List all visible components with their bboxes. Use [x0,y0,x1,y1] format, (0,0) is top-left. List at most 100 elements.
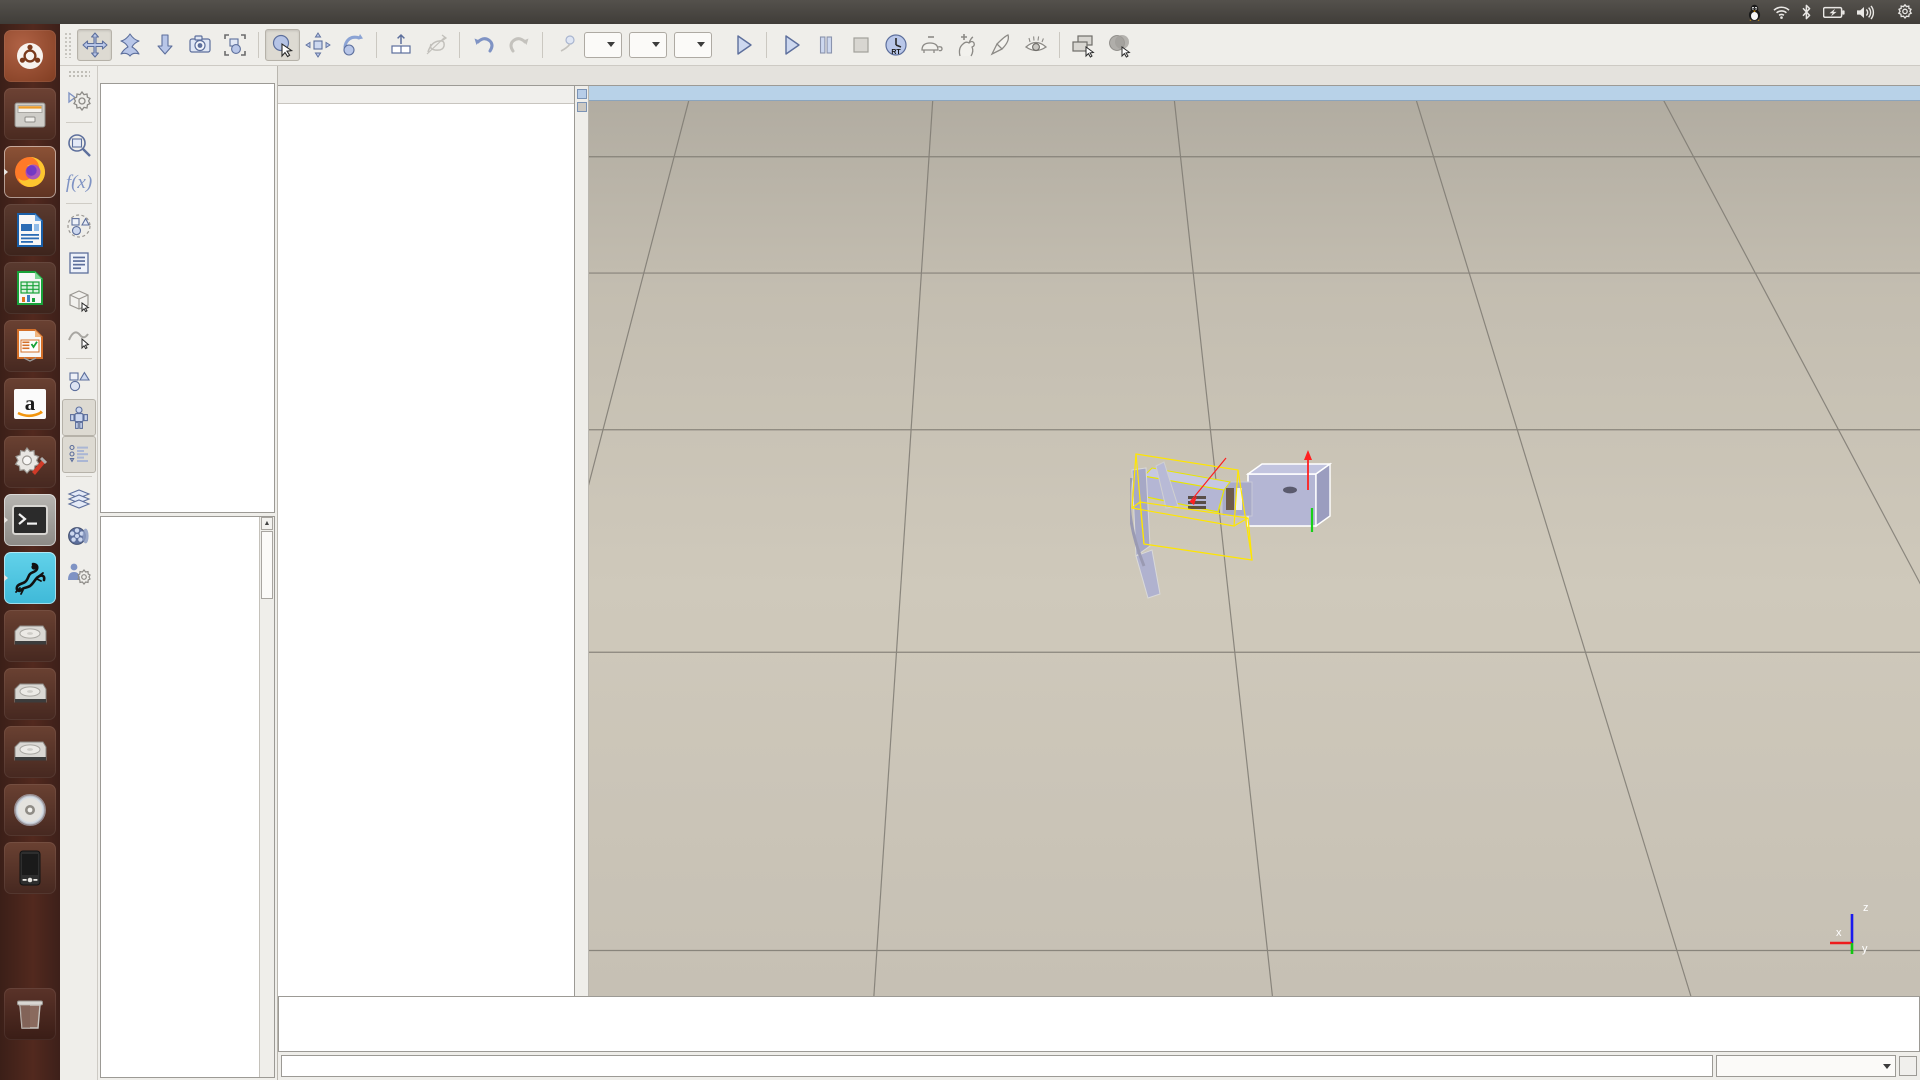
slow-down-icon[interactable] [913,29,948,61]
wifi-icon[interactable] [1773,3,1790,21]
scene-object-properties-icon[interactable] [62,126,96,163]
files-icon[interactable] [4,88,56,140]
model-browser-icon[interactable] [61,399,96,436]
shapes-icon[interactable] [62,362,96,399]
user-settings-icon[interactable] [62,554,96,591]
svg-text:z: z [1863,902,1869,914]
page-selector-icon[interactable] [1066,29,1101,61]
video-recorder-icon[interactable] [62,517,96,554]
lua-code-input[interactable] [281,1055,1713,1077]
dynamics-icon[interactable] [549,29,584,61]
layers-icon[interactable] [62,480,96,517]
simulation-settings-icon[interactable] [62,82,96,119]
object-translate-icon[interactable] [147,29,182,61]
realtime-clock-icon[interactable]: RT [878,29,913,61]
main-toolbar: RT [60,24,1920,66]
hexapod-robot-model[interactable] [1130,446,1450,666]
drive-icon-1[interactable] [4,610,56,662]
model-browser-tree[interactable] [100,83,275,513]
collection-icon[interactable] [62,207,96,244]
toolbar-grip[interactable] [64,31,73,58]
wireframe-icon[interactable] [418,29,453,61]
view-square-icon[interactable] [576,102,587,112]
svg-text:a: a [25,391,36,415]
object-select-icon[interactable] [217,29,252,61]
start-simulation-button[interactable] [725,29,760,61]
object-rotate-icon[interactable] [112,29,147,61]
model-thumbnail-list[interactable]: ▲ [100,516,275,1078]
system-settings-icon[interactable] [4,436,56,488]
gear-icon[interactable] [1897,3,1913,21]
toolbar-separator [542,31,543,58]
3d-viewport[interactable]: z x y [575,86,1920,996]
main-body: f(x) ▲ z x y [60,66,1920,1080]
toolbar-separator [258,31,259,58]
object-shift-icon[interactable] [77,28,112,61]
timestep-combo[interactable] [674,31,712,58]
calculation-modules-icon[interactable]: f(x) [62,163,96,200]
running-indicator [4,515,8,525]
running-indicator [4,573,8,583]
tux-icon[interactable] [1747,3,1762,21]
bluetooth-icon[interactable] [1801,3,1812,21]
amazon-icon[interactable]: a [4,378,56,430]
firefox-icon[interactable] [4,146,56,198]
physics-engine-combo[interactable] [584,31,622,58]
vrep-icon[interactable] [4,552,56,604]
scene-hierarchy-header [278,86,574,104]
axis-gizmo: z x y [1830,902,1869,955]
chevron-down-icon [607,42,615,47]
visualization-icon[interactable] [1018,29,1053,61]
scripts-icon[interactable] [62,244,96,281]
volume-icon[interactable] [1856,3,1875,21]
side-separator [65,122,92,123]
svg-text:RT: RT [891,49,901,56]
phone-icon[interactable] [4,842,56,894]
model-browser-panel: ▲ [98,66,278,1080]
page-select-icon[interactable] [265,28,300,61]
trash-icon[interactable] [4,988,56,1040]
cd-icon[interactable] [4,784,56,836]
libreoffice-impress-icon[interactable] [4,320,56,372]
shape-edit-icon[interactable] [62,281,96,318]
battery-icon[interactable] [1823,3,1845,21]
toolbar-separator [376,31,377,58]
scene-hierarchy-icon[interactable] [61,436,96,473]
toolbar-separator [459,31,460,58]
threaded-rendering-icon[interactable] [983,29,1018,61]
terminal-icon[interactable] [4,494,56,546]
drive-icon-2[interactable] [4,668,56,720]
thumbnail-scrollbar[interactable]: ▲ [259,517,274,1077]
scene-hierarchy-tree[interactable] [278,104,574,996]
view-selector-icon[interactable] [1101,29,1136,61]
pause-simulation-button[interactable] [808,29,843,61]
script-selector-combo[interactable] [1716,1055,1896,1077]
accuracy-combo[interactable] [629,31,667,58]
libreoffice-calc-icon[interactable] [4,262,56,314]
camera-shift-icon[interactable] [300,29,335,61]
scrollbar-thumb[interactable] [261,531,273,599]
viewport-side-strip[interactable] [575,86,589,996]
path-edit-icon[interactable] [62,318,96,355]
scroll-up-icon[interactable]: ▲ [261,517,273,530]
side-toolbar-grip[interactable] [67,70,90,78]
assembly-icon[interactable] [383,29,418,61]
view-square-icon[interactable] [576,89,587,99]
drive-icon-3[interactable] [4,726,56,778]
libreoffice-writer-icon[interactable] [4,204,56,256]
svg-text:x: x [1836,927,1842,939]
svg-text:y: y [1862,943,1868,955]
camera-rotate-icon[interactable] [335,29,370,61]
ubuntu-dash-icon[interactable] [4,30,56,82]
script-close-icon[interactable] [1899,1056,1917,1076]
redo-icon[interactable] [501,29,536,61]
speed-up-icon[interactable] [948,29,983,61]
status-console[interactable] [278,996,1920,1052]
camera-icon[interactable] [182,29,217,61]
start-simulation-button-2[interactable] [773,29,808,61]
chevron-down-icon [1883,1063,1891,1069]
system-tray [1747,3,1920,21]
side-separator [65,476,92,477]
stop-simulation-button[interactable] [843,29,878,61]
undo-icon[interactable] [466,29,501,61]
